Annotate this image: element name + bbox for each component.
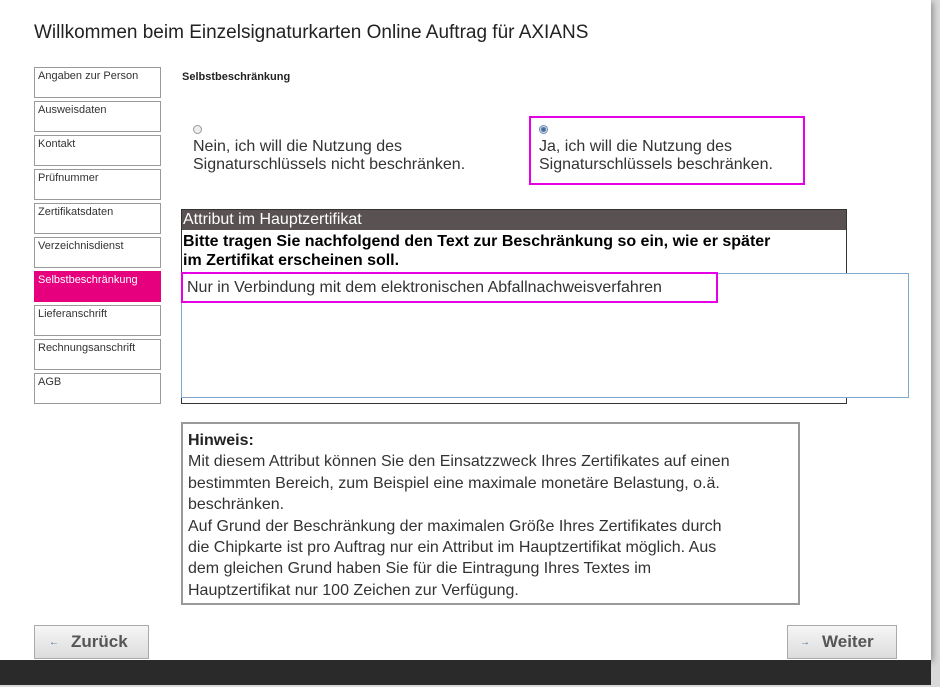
sidebar-item-kontakt[interactable]: Kontakt (34, 135, 161, 166)
page-title: Willkommen beim Einzelsignaturkarten Onl… (34, 22, 589, 43)
attribute-instruction-line2: im Zertifikat erscheinen soll. (183, 252, 400, 269)
attribute-instruction-line1: Bitte tragen Sie nachfolgend den Text zu… (183, 233, 771, 250)
next-button[interactable]: → Weiter (787, 625, 897, 659)
radio-option-yes[interactable]: Ja, ich will die Nutzung des Signatursch… (529, 116, 805, 185)
hint-line2: bestimmten Bereich, zum Beispiel eine ma… (188, 474, 720, 492)
sidebar-item-verzeichnisdienst[interactable]: Verzeichnisdienst (34, 237, 161, 268)
attribute-textarea-value[interactable]: Nur in Verbindung mit dem elektronischen… (181, 272, 718, 303)
next-button-label: Weiter (822, 632, 874, 651)
sidebar-item-agb[interactable]: AGB (34, 373, 161, 404)
sidebar-item-ausweisdaten[interactable]: Ausweisdaten (34, 101, 161, 132)
page: Willkommen beim Einzelsignaturkarten Onl… (0, 0, 931, 660)
attribute-instruction: Bitte tragen Sie nachfolgend den Text zu… (182, 230, 846, 270)
radio-label-yes-line2: Signaturschlüssels beschränken. (539, 156, 773, 173)
sidebar-item-rechnungsanschrift[interactable]: Rechnungsanschrift (34, 339, 161, 370)
radio-label-no-line2: Signaturschlüssels nicht beschränken. (193, 156, 466, 173)
radio-label-yes-line1: Ja, ich will die Nutzung des (539, 138, 732, 155)
arrow-left-icon: ← (49, 636, 59, 648)
arrow-right-icon: → (800, 636, 810, 648)
radio-label-no-line1: Nein, ich will die Nutzung des (193, 138, 402, 155)
hint-line7: Hauptzertifikat nur 100 Zeichen zur Verf… (188, 581, 519, 599)
hint-title: Hinweis: (188, 432, 254, 449)
radio-button-no[interactable] (193, 125, 202, 134)
attribute-header: Attribut im Hauptzertifikat (182, 210, 846, 230)
radio-option-no[interactable]: Nein, ich will die Nutzung des Signaturs… (193, 125, 465, 174)
sidebar-item-selbstbeschraenkung[interactable]: Selbstbeschränkung (34, 271, 161, 302)
sidebar-item-pruefnummer[interactable]: Prüfnummer (34, 169, 161, 200)
sidebar-item-angaben-zur-person[interactable]: Angaben zur Person (34, 67, 161, 98)
back-button[interactable]: ← Zurück (34, 625, 149, 659)
hint-box: Hinweis: Mit diesem Attribut können Sie … (181, 422, 800, 605)
hint-line3: beschränken. (188, 496, 285, 514)
hint-line1: Mit diesem Attribut können Sie den Einsa… (188, 453, 730, 471)
sidebar: Angaben zur Person Ausweisdaten Kontakt … (34, 67, 161, 407)
sidebar-item-lieferanschrift[interactable]: Lieferanschrift (34, 305, 161, 336)
back-button-label: Zurück (71, 632, 128, 651)
section-title: Selbstbeschränkung (182, 71, 291, 83)
hint-line5: die Chipkarte ist pro Auftrag nur ein At… (188, 539, 717, 557)
hint-line6: dem gleichen Grund haben Sie für die Ein… (188, 560, 652, 578)
sidebar-item-zertifikatsdaten[interactable]: Zertifikatsdaten (34, 203, 161, 234)
radio-button-yes[interactable] (539, 125, 548, 134)
bottom-bar (0, 660, 931, 685)
hint-line4: Auf Grund der Beschränkung der maximalen… (188, 517, 722, 535)
